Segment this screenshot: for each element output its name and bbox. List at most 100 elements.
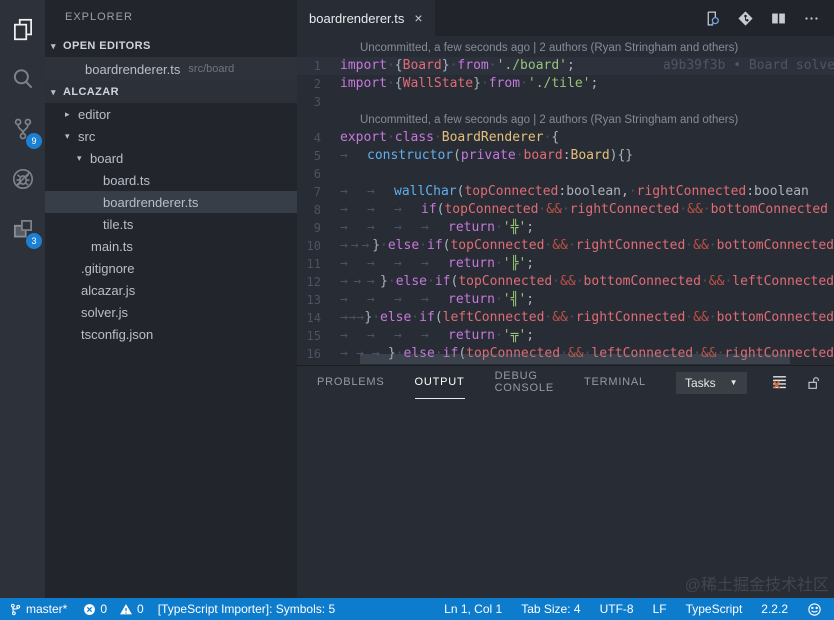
code-token: bottomConnected <box>717 309 834 327</box>
line-number[interactable]: 11 <box>297 255 340 273</box>
problems-status[interactable]: 0 0 <box>83 602 143 616</box>
ts-version[interactable]: 2.2.2 <box>761 602 788 616</box>
tree-item-tsconfig-json[interactable]: tsconfig.json <box>45 323 297 345</box>
code-line-15[interactable]: 15→→→→return·'╦'; <box>297 327 834 345</box>
line-number[interactable]: 16 <box>297 345 340 363</box>
line-number[interactable]: 9 <box>297 219 340 237</box>
horizontal-scrollbar[interactable] <box>360 354 790 364</box>
more-actions-icon[interactable] <box>803 10 820 27</box>
tree-item-src[interactable]: ▾src <box>45 125 297 147</box>
line-number[interactable]: 2 <box>297 75 340 93</box>
tree-item--gitignore[interactable]: .gitignore <box>45 257 297 279</box>
line-number[interactable]: 4 <box>297 129 340 147</box>
code-token: ; <box>526 219 534 237</box>
activity-debug[interactable] <box>0 154 45 204</box>
code-line-13[interactable]: 13→→→→return·'╣'; <box>297 291 834 309</box>
tree-item-alcazar-js[interactable]: alcazar.js <box>45 279 297 301</box>
code-token: && <box>693 309 709 327</box>
eol[interactable]: LF <box>653 602 667 616</box>
code-token: · <box>544 237 552 255</box>
language-mode[interactable]: TypeScript <box>686 602 743 616</box>
inline-blame-annotation: a9b39f3b • Board solver <box>663 57 834 75</box>
tree-item-boardrenderer-ts[interactable]: boardrenderer.ts <box>45 191 297 213</box>
code-line-9[interactable]: 9→→→→return·'╬'; <box>297 219 834 237</box>
code-line-3[interactable]: 3 <box>297 93 834 111</box>
git-branch-status[interactable]: master* <box>9 602 67 616</box>
code-token: → <box>340 327 367 345</box>
activity-search[interactable] <box>0 54 45 104</box>
code-token: rightConnected <box>570 201 680 219</box>
code-token: · <box>516 147 524 165</box>
tree-item-main-ts[interactable]: main.ts <box>45 235 297 257</box>
code-line-11[interactable]: 11→→→→return·'╠'; <box>297 255 834 273</box>
tree-item-label: main.ts <box>91 239 133 254</box>
open-editors-header[interactable]: ▾ OPEN EDITORS <box>45 35 297 57</box>
code-line-1[interactable]: 1import·{Board}·from·'./board';a9b39f3b … <box>297 57 834 75</box>
code-token: class <box>395 129 434 147</box>
tree-item-tile-ts[interactable]: tile.ts <box>45 213 297 235</box>
code-token: leftConnected <box>443 309 545 327</box>
code-line-10[interactable]: 10→→→}·else·if(topConnected·&&·rightConn… <box>297 237 834 255</box>
panel-tab-terminal[interactable]: TERMINAL <box>584 366 646 399</box>
bottom-panel: PROBLEMS OUTPUT DEBUG CONSOLE TERMINAL Tasks… <box>297 365 834 598</box>
tree-item-board-ts[interactable]: board.ts <box>45 169 297 191</box>
encoding[interactable]: UTF-8 <box>600 602 634 616</box>
file-search-icon[interactable] <box>704 10 721 27</box>
line-number[interactable]: 5 <box>297 147 340 165</box>
editor-actions <box>704 0 834 36</box>
activity-extensions[interactable]: 3 <box>0 204 45 254</box>
code-editor[interactable]: Uncommitted, a few seconds ago | 2 autho… <box>297 36 834 365</box>
tab-bar: boardrenderer.ts × <box>297 0 834 36</box>
feedback-smiley-icon[interactable] <box>807 602 822 617</box>
code-line-2[interactable]: 2import·{WallState}·from·'./tile'; <box>297 75 834 93</box>
line-number[interactable]: 8 <box>297 201 340 219</box>
ts-importer-status[interactable]: [TypeScript Importer]: Symbols: 5 <box>158 602 335 616</box>
code-line-7[interactable]: 7→→wallChar(topConnected:boolean,·rightC… <box>297 183 834 201</box>
tab-boardrenderer[interactable]: boardrenderer.ts × <box>297 0 435 36</box>
code-line-6[interactable]: 6 <box>297 165 834 183</box>
line-number[interactable]: 1 <box>297 57 340 75</box>
code-token: bottomConnected <box>584 273 701 291</box>
code-token: else <box>388 237 419 255</box>
panel-tab-problems[interactable]: PROBLEMS <box>317 366 385 399</box>
tree-item-editor[interactable]: ▸editor <box>45 103 297 125</box>
tab-size[interactable]: Tab Size: 4 <box>521 602 580 616</box>
activity-source-control[interactable]: 9 <box>0 104 45 154</box>
tree-item-board[interactable]: ▾board <box>45 147 297 169</box>
code-token: ( <box>453 147 461 165</box>
codelens-annotation[interactable]: Uncommitted, a few seconds ago | 2 autho… <box>360 39 834 57</box>
clear-output-icon[interactable] <box>771 374 788 391</box>
code-token: from <box>489 75 520 93</box>
code-line-5[interactable]: 5→constructor(private·board:Board){} <box>297 147 834 165</box>
code-token: · <box>724 273 732 291</box>
codelens-annotation[interactable]: Uncommitted, a few seconds ago | 2 autho… <box>360 111 834 129</box>
unlock-icon[interactable] <box>805 375 821 391</box>
line-number[interactable]: 10 <box>297 237 340 255</box>
code-line-4[interactable]: 4export·class·BoardRenderer·{ <box>297 129 834 147</box>
code-line-14[interactable]: 14→→→}·else·if(leftConnected·&&·rightCon… <box>297 309 834 327</box>
project-header[interactable]: ▾ ALCAZAR <box>45 81 297 103</box>
tree-item-solver-js[interactable]: solver.js <box>45 301 297 323</box>
code-token: return <box>448 255 495 273</box>
code-line-8[interactable]: 8→→→if(topConnected·&&·rightConnected·&&… <box>297 201 834 219</box>
close-icon[interactable]: × <box>414 10 422 26</box>
panel-tab-debug-console[interactable]: DEBUG CONSOLE <box>495 366 554 399</box>
gitlens-icon[interactable] <box>737 10 754 27</box>
code-token: if <box>421 201 437 219</box>
activity-explorer[interactable] <box>0 4 45 54</box>
line-number[interactable]: 14 <box>297 309 340 327</box>
line-number[interactable]: 12 <box>297 273 340 291</box>
panel-tab-output[interactable]: OUTPUT <box>415 366 465 399</box>
code-token: ( <box>457 183 465 201</box>
code-line-12[interactable]: 12→→→}·else·if(topConnected·&&·bottomCon… <box>297 273 834 291</box>
open-editor-item[interactable]: boardrenderer.ts src/board <box>45 57 297 81</box>
tasks-dropdown[interactable]: Tasks▼ <box>676 372 747 394</box>
cursor-position[interactable]: Ln 1, Col 1 <box>444 602 502 616</box>
code-token: · <box>495 327 503 345</box>
line-number[interactable]: 7 <box>297 183 340 201</box>
line-number[interactable]: 6 <box>297 165 340 183</box>
line-number[interactable]: 3 <box>297 93 340 111</box>
line-number[interactable]: 13 <box>297 291 340 309</box>
split-editor-icon[interactable] <box>770 10 787 27</box>
line-number[interactable]: 15 <box>297 327 340 345</box>
